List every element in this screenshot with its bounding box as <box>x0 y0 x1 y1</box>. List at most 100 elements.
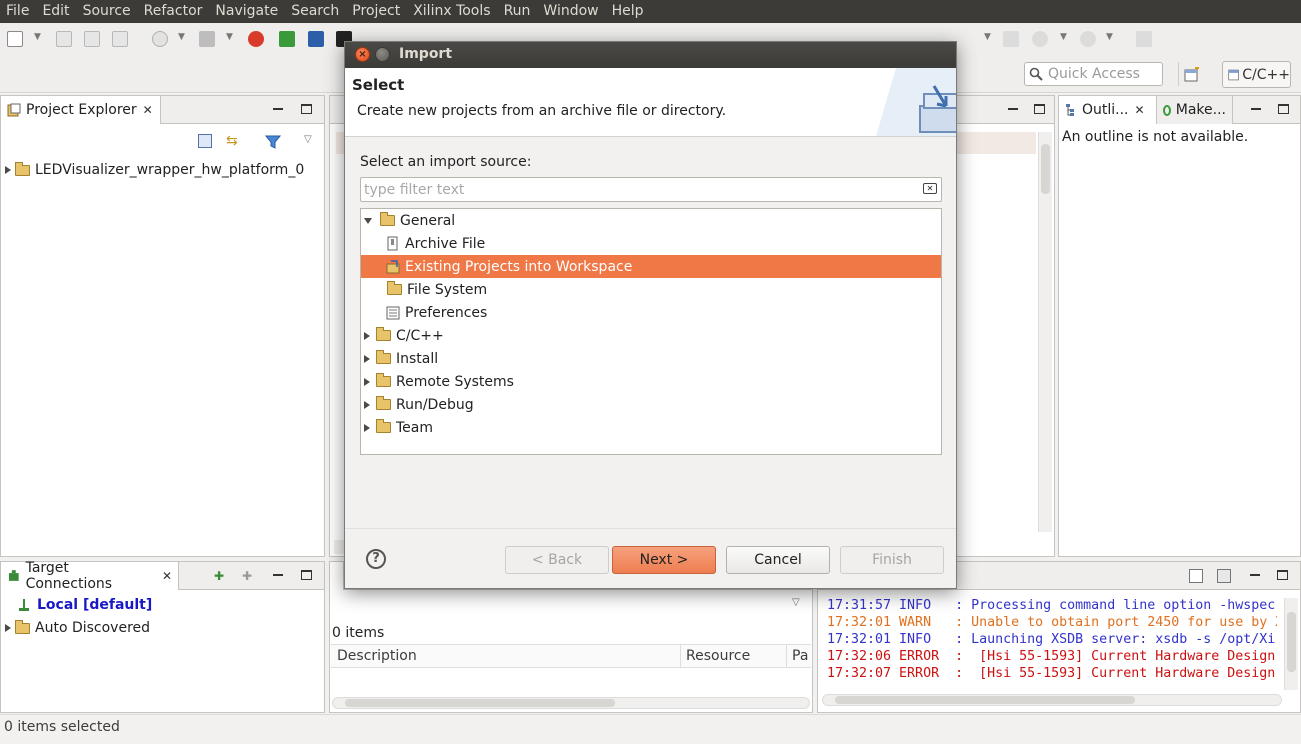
tree-item-general[interactable]: General <box>361 209 941 232</box>
dialog-minimize-button[interactable] <box>375 47 390 62</box>
minimize-icon[interactable] <box>1250 574 1260 576</box>
col-description[interactable]: Description <box>337 648 417 664</box>
editor-maximize-icon[interactable] <box>1034 104 1045 114</box>
expand-icon[interactable] <box>364 400 370 409</box>
menu-edit[interactable]: Edit <box>36 0 76 23</box>
dialog-titlebar[interactable]: × Import <box>345 42 956 68</box>
collapse-all-icon[interactable] <box>198 134 212 148</box>
scrollbar-thumb[interactable] <box>1287 612 1296 672</box>
tree-item-archive-file[interactable]: Archive File <box>361 232 941 255</box>
build-config-icon[interactable] <box>152 31 168 47</box>
build-hammer-icon[interactable] <box>199 31 215 47</box>
scrollbar-thumb[interactable] <box>835 696 1135 704</box>
xilinx-program-icon[interactable] <box>248 31 264 47</box>
finish-button[interactable]: Finish <box>840 546 944 574</box>
view-menu-icon[interactable]: ▽ <box>304 134 312 145</box>
nav-dropdown-icon[interactable]: ▼ <box>984 32 991 42</box>
disconnect-target-icon[interactable]: ✚ <box>242 569 252 583</box>
xilinx-xsct-icon[interactable] <box>308 31 324 47</box>
console-v-scrollbar[interactable] <box>1284 598 1298 690</box>
cancel-button[interactable]: Cancel <box>726 546 830 574</box>
new-target-icon[interactable]: ✚ <box>214 569 224 583</box>
tree-item-remote-systems[interactable]: Remote Systems <box>361 370 941 393</box>
tree-item-cpp[interactable]: C/C++ <box>361 324 941 347</box>
menu-run[interactable]: Run <box>498 0 538 23</box>
menu-xilinx-tools[interactable]: Xilinx Tools <box>407 0 497 23</box>
tab-target-connections[interactable]: Target Connections ✕ <box>1 560 179 592</box>
print-icon[interactable] <box>112 31 128 47</box>
expand-icon[interactable] <box>5 166 11 174</box>
minimize-icon[interactable] <box>273 574 283 576</box>
minimize-icon[interactable] <box>1251 108 1261 110</box>
editor-minimize-icon[interactable] <box>1008 108 1018 110</box>
menu-window[interactable]: Window <box>537 0 605 23</box>
clear-filter-icon[interactable]: ✕ <box>923 183 937 194</box>
console-h-scrollbar[interactable] <box>822 694 1282 706</box>
maximize-icon[interactable] <box>301 104 312 114</box>
clear-console-icon[interactable] <box>1189 569 1203 583</box>
expand-icon[interactable] <box>364 423 370 432</box>
menu-source[interactable]: Source <box>77 0 138 23</box>
filter-input[interactable] <box>364 180 914 199</box>
xilinx-hw-icon[interactable] <box>279 31 295 47</box>
dialog-close-button[interactable]: × <box>355 47 370 62</box>
back-nav-icon[interactable] <box>1032 31 1048 47</box>
back-nav-dropdown-icon[interactable]: ▼ <box>1060 32 1067 42</box>
forward-nav-dropdown-icon[interactable]: ▼ <box>1106 32 1113 42</box>
close-icon[interactable]: ✕ <box>162 569 172 583</box>
filter-field[interactable]: ✕ <box>360 177 942 202</box>
build-config-dropdown-icon[interactable]: ▼ <box>178 32 185 42</box>
tree-item-team[interactable]: Team <box>361 416 941 439</box>
save-all-icon[interactable] <box>84 31 100 47</box>
help-icon[interactable]: ? <box>366 549 386 569</box>
collapse-icon[interactable] <box>364 217 372 224</box>
expand-icon[interactable] <box>364 377 370 386</box>
console-options-icon[interactable] <box>1217 569 1231 583</box>
save-icon[interactable] <box>56 31 72 47</box>
next-button[interactable]: Next > <box>612 546 716 574</box>
close-icon[interactable]: ✕ <box>1135 103 1145 117</box>
last-edit-icon[interactable] <box>1003 31 1019 47</box>
tree-item-file-system[interactable]: File System <box>361 278 941 301</box>
new-dropdown-arrow-icon[interactable]: ▼ <box>34 32 41 42</box>
menu-file[interactable]: File <box>0 0 36 23</box>
maximize-icon[interactable] <box>1278 104 1289 114</box>
expand-icon[interactable] <box>5 624 11 632</box>
link-editor-icon[interactable]: ⇆ <box>226 134 242 148</box>
open-perspective-icon[interactable] <box>1184 67 1200 83</box>
menu-refactor[interactable]: Refactor <box>138 0 210 23</box>
scrollbar-thumb[interactable] <box>345 699 615 707</box>
forward-nav-icon[interactable] <box>1080 31 1096 47</box>
close-icon[interactable]: ✕ <box>143 103 153 117</box>
expand-icon[interactable] <box>364 331 370 340</box>
tab-outline[interactable]: Outli... ✕ <box>1059 96 1157 124</box>
menu-navigate[interactable]: Navigate <box>209 0 285 23</box>
editor-scrollbar[interactable] <box>1038 132 1052 532</box>
pin-editor-icon[interactable] <box>1136 31 1152 47</box>
scrollbar-thumb[interactable] <box>1041 144 1050 194</box>
col-path[interactable]: Pa <box>792 648 808 664</box>
back-button[interactable]: < Back <box>505 546 609 574</box>
minimize-icon[interactable] <box>273 108 283 110</box>
expand-icon[interactable] <box>364 354 370 363</box>
maximize-icon[interactable] <box>301 570 312 580</box>
tree-item-run-debug[interactable]: Run/Debug <box>361 393 941 416</box>
view-menu-icon[interactable]: ▽ <box>792 597 800 608</box>
menu-project[interactable]: Project <box>346 0 407 23</box>
maximize-icon[interactable] <box>1277 570 1288 580</box>
target-auto-discovered-item[interactable]: Auto Discovered <box>5 619 150 636</box>
perspective-cpp-button[interactable]: C/C++ <box>1222 61 1291 88</box>
problems-h-scrollbar[interactable] <box>332 697 810 709</box>
menu-search[interactable]: Search <box>285 0 346 23</box>
new-icon[interactable] <box>7 31 23 47</box>
target-local-item[interactable]: Local [default] <box>17 597 152 613</box>
menu-help[interactable]: Help <box>606 0 651 23</box>
filter-icon[interactable] <box>265 135 281 149</box>
tree-item-preferences[interactable]: Preferences <box>361 301 941 324</box>
tab-problems[interactable] <box>330 562 344 590</box>
tab-make-target[interactable]: Make... <box>1157 96 1233 124</box>
tree-item-existing-projects[interactable]: Existing Projects into Workspace <box>361 255 941 278</box>
tree-item-hw-platform[interactable]: LEDVisualizer_wrapper_hw_platform_0 <box>5 161 304 178</box>
col-resource[interactable]: Resource <box>686 648 750 664</box>
quick-access-field[interactable]: Quick Access <box>1024 62 1163 86</box>
